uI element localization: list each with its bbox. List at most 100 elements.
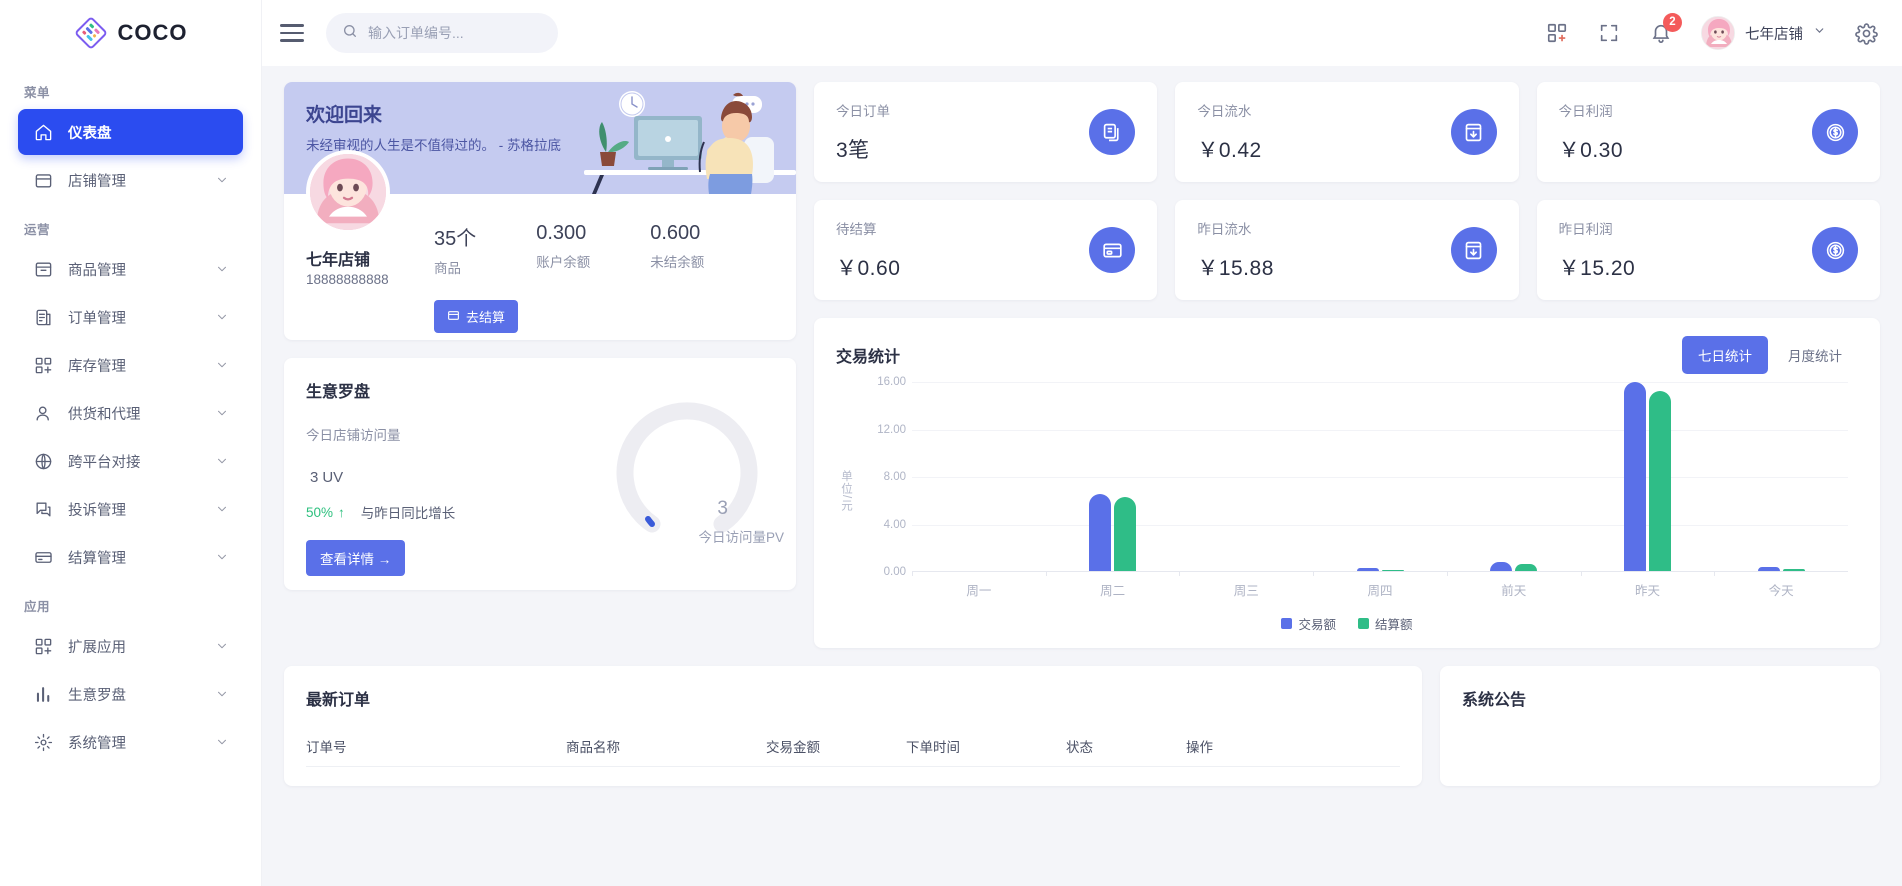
uv-unit: UV — [322, 469, 343, 486]
y-tick: 12.00 — [877, 424, 906, 436]
legend-item-transaction[interactable]: 交易额 — [1281, 614, 1336, 633]
shop-phone: 18888888888 — [306, 272, 389, 287]
sidebar-item-dashboard[interactable]: 仪表盘 — [18, 109, 243, 155]
user-icon — [32, 402, 54, 424]
bar-settlement[interactable] — [1114, 497, 1136, 571]
home-icon — [32, 121, 54, 143]
tile-label: 昨日利润 — [1559, 218, 1858, 238]
bar-settlement[interactable] — [1515, 564, 1537, 571]
tile-today-turnover[interactable]: 今日流水 ￥0.42 — [1175, 82, 1518, 182]
copy-icon — [1089, 109, 1135, 155]
x-tick: 今天 — [1714, 580, 1848, 599]
sidebar-item-settlement-management[interactable]: 结算管理 — [18, 534, 243, 580]
sidebar-item-label: 系统管理 — [68, 732, 215, 753]
notification-badge: 2 — [1663, 13, 1682, 32]
tab-seven-day[interactable]: 七日统计 — [1682, 336, 1768, 374]
grid-plus-icon — [32, 354, 54, 376]
welcome-stats: 35个 商品 0.300 账户余额 0.600 未结余额 — [434, 222, 704, 277]
sidebar-item-complaint-management[interactable]: 投诉管理 — [18, 486, 243, 532]
search-icon — [342, 23, 358, 44]
fullscreen-icon[interactable] — [1597, 21, 1621, 45]
box-icon — [32, 258, 54, 280]
legend-swatch — [1358, 618, 1369, 629]
bar-group[interactable] — [1046, 382, 1180, 571]
sidebar-item-product-management[interactable]: 商品管理 — [18, 246, 243, 292]
search-box[interactable] — [326, 13, 558, 53]
avatar — [1701, 16, 1735, 50]
search-input[interactable] — [368, 25, 542, 41]
tile-pending-settlement[interactable]: 待结算 ￥0.60 — [814, 200, 1157, 300]
sidebar-item-system-management[interactable]: 系统管理 — [18, 719, 243, 765]
brand-name: COCO — [118, 20, 188, 46]
y-tick: 4.00 — [884, 519, 906, 531]
go-settle-button[interactable]: 去结算 — [434, 300, 518, 333]
latest-orders-title: 最新订单 — [306, 686, 1400, 710]
apps-grid-icon[interactable] — [1545, 21, 1569, 45]
tile-today-orders[interactable]: 今日订单 3笔 — [814, 82, 1157, 182]
chart-legend: 交易额 结算额 — [836, 614, 1858, 633]
notifications-bell-icon[interactable]: 2 — [1649, 21, 1673, 45]
sidebar-item-label: 仪表盘 — [68, 122, 229, 143]
tile-yesterday-turnover[interactable]: 昨日流水 ￥15.88 — [1175, 200, 1518, 300]
legend-item-settlement[interactable]: 结算额 — [1358, 614, 1413, 633]
bar-group[interactable] — [912, 382, 1046, 571]
left-column: 欢迎回来 未经审视的人生是不值得过的。 - 苏格拉底 — [284, 82, 796, 648]
bar-group[interactable] — [1179, 382, 1313, 571]
orders-table-header: 订单号商品名称交易金额下单时间状态操作 — [306, 736, 1400, 767]
system-notice-title: 系统公告 — [1462, 686, 1858, 710]
chart-plot-area — [912, 382, 1848, 572]
x-tick: 周三 — [1179, 580, 1313, 599]
x-tick: 前天 — [1447, 580, 1581, 599]
bar-group[interactable] — [1447, 382, 1581, 571]
bar-transaction[interactable] — [1089, 494, 1111, 571]
user-menu[interactable]: 七年店铺 — [1701, 16, 1826, 50]
sidebar-item-business-compass[interactable]: 生意罗盘 — [18, 671, 243, 717]
bar-transaction[interactable] — [1357, 568, 1379, 571]
y-tick: 8.00 — [884, 471, 906, 483]
brand-logo[interactable]: COCO — [0, 0, 261, 66]
bar-transaction[interactable] — [1624, 382, 1646, 571]
bar-settlement[interactable] — [1783, 569, 1805, 571]
tile-today-profit[interactable]: 今日利润 ￥0.30 — [1537, 82, 1880, 182]
tile-label: 今日订单 — [836, 100, 1135, 120]
tile-label: 今日流水 — [1197, 100, 1496, 120]
inbox-down-icon — [1451, 109, 1497, 155]
orders-column-header: 操作 — [1186, 736, 1306, 756]
bar-transaction[interactable] — [1490, 562, 1512, 571]
stat-value: 0.300 — [536, 222, 590, 245]
bar-group[interactable] — [1313, 382, 1447, 571]
sidebar-item-supply-agent[interactable]: 供货和代理 — [18, 390, 243, 436]
latest-orders-card: 最新订单 订单号商品名称交易金额下单时间状态操作 — [284, 666, 1422, 786]
inbox-down-icon — [1451, 227, 1497, 273]
settings-gear-icon[interactable] — [1854, 21, 1878, 45]
sidebar-item-label: 供货和代理 — [68, 403, 215, 424]
sidebar-item-inventory-management[interactable]: 库存管理 — [18, 342, 243, 388]
bar-chart: 单位/元 0.00 4.00 8.00 12.00 16.00 — [836, 382, 1858, 632]
x-axis-ticks: 周一周二周三周四前天昨天今天 — [912, 580, 1848, 599]
sidebar-toggle-button[interactable] — [280, 24, 304, 42]
sidebar-item-order-management[interactable]: 订单管理 — [18, 294, 243, 340]
bar-settlement[interactable] — [1649, 391, 1671, 572]
tile-label: 待结算 — [836, 218, 1135, 238]
topbar: 2 七年 — [262, 0, 1902, 66]
sidebar-section-label-operations: 运营 — [24, 219, 243, 238]
tile-yesterday-profit[interactable]: 昨日利润 ￥15.20 — [1537, 200, 1880, 300]
bar-group[interactable] — [1714, 382, 1848, 571]
chevron-down-icon — [215, 735, 229, 749]
tab-monthly[interactable]: 月度统计 — [1772, 336, 1858, 374]
sidebar-item-extension-apps[interactable]: 扩展应用 — [18, 623, 243, 669]
bar-transaction[interactable] — [1758, 567, 1780, 571]
bar-settlement[interactable] — [1382, 570, 1404, 571]
uv-number: 3 — [310, 469, 318, 486]
view-detail-button[interactable]: 查看详情 → — [306, 540, 405, 576]
dollar-coin-icon — [1812, 227, 1858, 273]
go-settle-label: 去结算 — [466, 307, 505, 326]
chevron-down-icon — [215, 687, 229, 701]
chart-bars — [912, 382, 1848, 571]
sidebar-item-cross-platform[interactable]: 跨平台对接 — [18, 438, 243, 484]
bar-group[interactable] — [1581, 382, 1715, 571]
sidebar-item-shop-management[interactable]: 店铺管理 — [18, 157, 243, 203]
legend-swatch — [1281, 618, 1292, 629]
user-name-label: 七年店铺 — [1745, 23, 1803, 44]
pv-gauge-value: 3 — [717, 498, 728, 520]
